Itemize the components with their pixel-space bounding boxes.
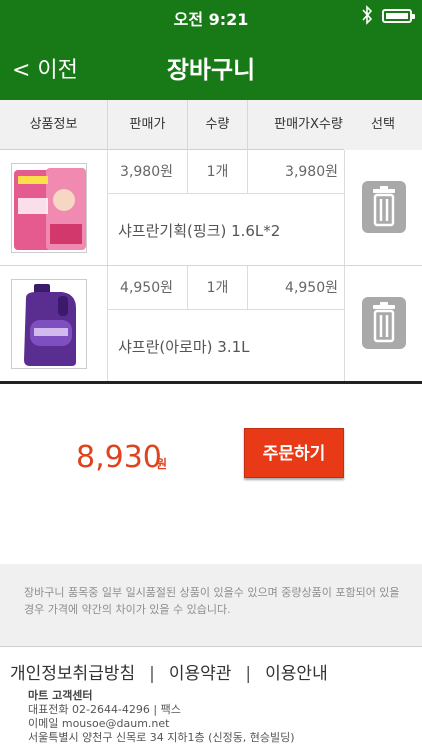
- item-price: 4,950원: [108, 266, 188, 310]
- item-total: 3,980원: [285, 164, 338, 180]
- delete-button[interactable]: [362, 181, 406, 233]
- notice-text: 장바구니 품목중 일부 일시품절된 상품이 있을수 있으며 중량상품이 포함되어…: [24, 586, 400, 616]
- company-email: 이메일 mousoe@daum.net: [28, 717, 170, 730]
- item-price: 3,980원: [108, 150, 188, 194]
- item-name[interactable]: 샤프란기획(핑크) 1.6L*2: [118, 220, 280, 241]
- usage-guide-link[interactable]: 이용안내: [265, 664, 328, 684]
- privacy-policy-link[interactable]: 개인정보취급방침: [10, 664, 135, 684]
- total-currency: 원: [156, 457, 168, 471]
- order-summary: 8,930 원 주문하기: [0, 384, 422, 564]
- cart-item: 3,980원 1개 3,980원 샤프란기획(핑크) 1.6L*2: [0, 150, 422, 266]
- cart-item-list: 3,980원 1개 3,980원 샤프란기획(핑크) 1.6L*2 4,950원…: [0, 150, 422, 384]
- notice-box: 장바구니 품목중 일부 일시품절된 상품이 있을수 있으며 중량상품이 포함되어…: [0, 564, 422, 646]
- header-quantity: 수량: [188, 100, 248, 150]
- item-delete-cell: [344, 150, 422, 265]
- footer-separator: |: [149, 664, 155, 684]
- status-time: 오전 9:21: [173, 10, 249, 29]
- header-product-info: 상품정보: [0, 100, 108, 150]
- header-select: 선택: [344, 100, 422, 150]
- item-delete-cell: [344, 266, 422, 381]
- company-address: 서울특별시 양천구 신목로 34 지하1층 (신정동, 현승빌딩): [28, 731, 295, 744]
- item-quantity[interactable]: 1개: [188, 150, 248, 194]
- product-image[interactable]: [11, 163, 87, 253]
- purple-detergent-bottle-image: [24, 284, 76, 366]
- footer: 개인정보취급방침 | 이용약관 | 이용안내 마트 고객센터 대표전화 02-2644-…: [0, 646, 422, 750]
- battery-icon: [382, 9, 415, 23]
- company-info: 마트 고객센터 대표전화 02-2644-4296 | 팩스 이메일 mouso…: [28, 689, 295, 745]
- item-name[interactable]: 샤프란(아로마) 3.1L: [118, 336, 250, 357]
- product-thumbnail-cell: [0, 266, 108, 381]
- total-amount: 8,930: [76, 440, 162, 475]
- status-bar: 오전 9:21: [0, 0, 422, 32]
- item-price-row: 3,980원 1개 3,980원: [108, 150, 344, 194]
- delete-button[interactable]: [362, 297, 406, 349]
- trash-icon: [373, 302, 395, 343]
- footer-links: 개인정보취급방침 | 이용약관 | 이용안내: [10, 659, 328, 684]
- trash-icon: [373, 186, 395, 227]
- cart-table-header: 상품정보 판매가 수량 판매가X수량 선택: [0, 100, 422, 150]
- item-price-row: 4,950원 1개 4,950원: [108, 266, 344, 310]
- order-button[interactable]: 주문하기: [244, 428, 344, 478]
- bluetooth-icon: [362, 5, 373, 25]
- customer-center-title: 마트 고객센터: [28, 689, 93, 702]
- item-total: 4,950원: [285, 280, 338, 296]
- cart-item: 4,950원 1개 4,950원 샤프란(아로마) 3.1L: [0, 266, 422, 384]
- nav-bar: < 이전 장바구니: [0, 32, 422, 100]
- company-phone: 대표전화 02-2644-4296 | 팩스: [28, 703, 181, 716]
- footer-separator: |: [245, 664, 252, 684]
- header-price: 판매가: [108, 100, 188, 150]
- product-thumbnail-cell: [0, 150, 108, 265]
- pink-detergent-pack-image: [14, 168, 86, 250]
- page-title: 장바구니: [166, 56, 256, 84]
- item-quantity[interactable]: 1개: [188, 266, 248, 310]
- terms-link[interactable]: 이용약관: [169, 664, 232, 684]
- product-image[interactable]: [11, 279, 87, 369]
